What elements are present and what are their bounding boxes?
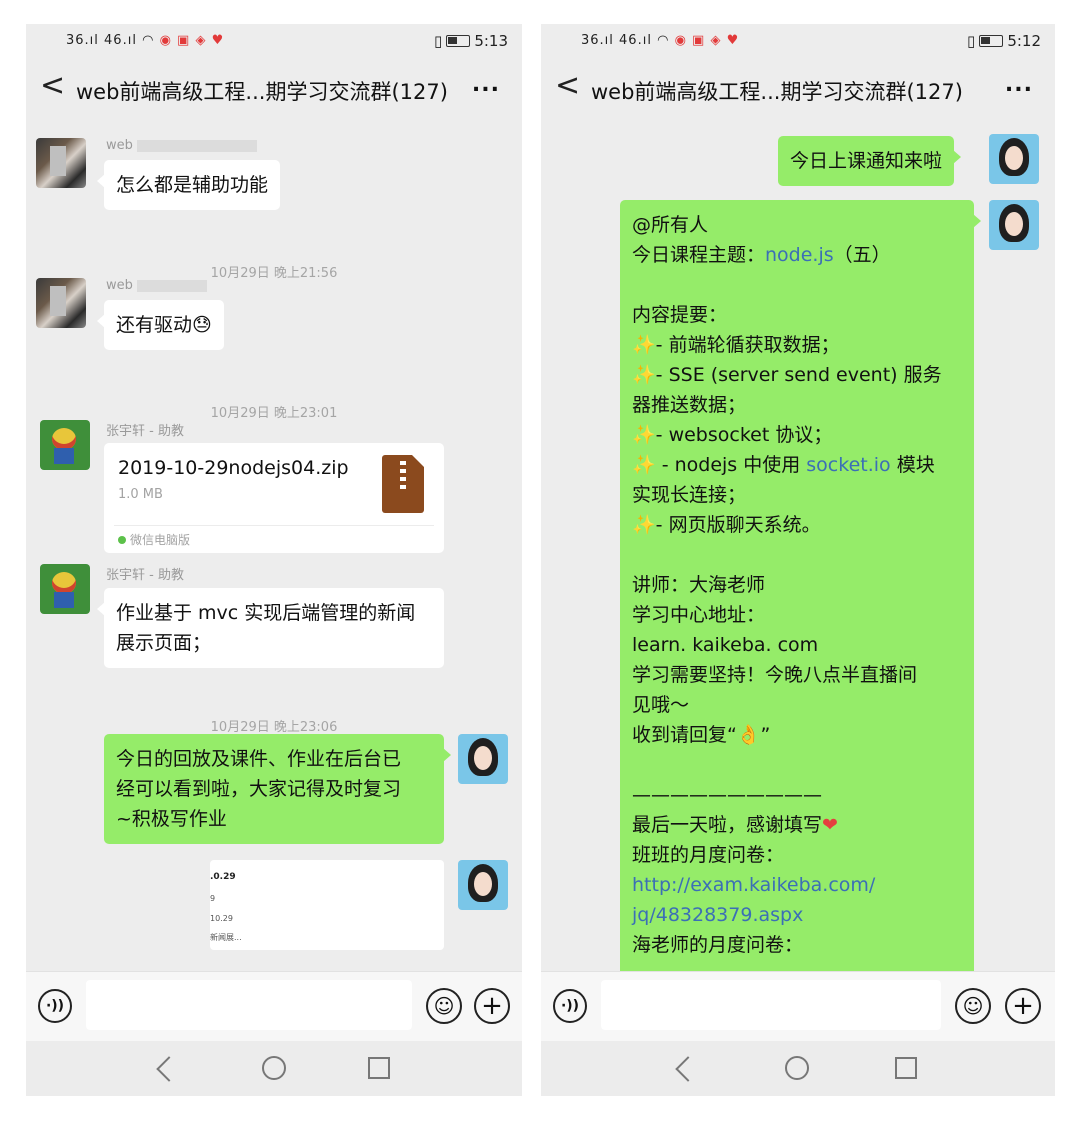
survey-link[interactable]: http://exam.kaikeba.com/ (632, 870, 962, 900)
avatar[interactable] (458, 860, 508, 910)
vibrate-icon: ▯ (967, 32, 976, 50)
message-bubble-own[interactable]: @所有人 今日课程主题：node.js（五） 内容提要： ✨- 前端轮循获取数据… (620, 200, 981, 971)
chat-header: < web前端高级工程...期学习交流群(127) ... (26, 60, 522, 118)
more-options-icon[interactable]: ... (1005, 72, 1033, 97)
sender-name: 张宇轩 - 助教 (106, 424, 184, 439)
emoji-sweat: 😓 (192, 314, 212, 336)
status-bar: 36.ıl 46.ıl ◠ ◉ ▣ ◈ ♥ ▯ 5:13 (26, 24, 522, 60)
nav-recents-icon[interactable] (895, 1057, 917, 1079)
system-nav-bar (26, 1041, 522, 1096)
group-title: web前端高级工程...期学习交流群(127) (591, 80, 963, 104)
timestamp: 10月29日 晚上23:01 (210, 406, 338, 421)
inline-link[interactable]: node.js (765, 244, 834, 266)
timestamp: 10月29日 晚上23:06 (210, 720, 338, 735)
plus-icon[interactable]: + (474, 988, 510, 1024)
sparkle-emoji: ✨ (632, 364, 656, 386)
file-size: 1.0 MB (118, 487, 163, 502)
file-message[interactable]: 2019-10-29nodejs04.zip 1.0 MB 微信电脑版 (104, 443, 444, 553)
battery-icon (446, 35, 471, 47)
chat-screen-left: 36.ıl 46.ıl ◠ ◉ ▣ ◈ ♥ ▯ 5:13 < web前端高级工程.… (26, 24, 522, 1096)
timestamp: 10月29日 晚上21:56 (210, 266, 338, 281)
message-bubble[interactable]: 怎么都是辅助功能 (96, 160, 281, 210)
signal-indicators: 36.ıl 46.ıl ◠ ◉ ▣ ◈ ♥ (66, 33, 225, 48)
voice-input-icon[interactable]: ·)) (553, 989, 587, 1023)
sparkle-emoji: ✨ (632, 424, 656, 446)
heart-emoji: ❤ (822, 814, 838, 836)
wifi-icon: ◠ (142, 33, 155, 48)
message-bubble[interactable]: 还有驱动😓 (97, 300, 224, 350)
sender-name: 张宇轩 - 助教 (106, 568, 184, 583)
avatar[interactable] (36, 278, 86, 328)
wechat-pc-icon (118, 536, 126, 544)
back-arrow-icon[interactable]: < (40, 68, 65, 103)
divider (114, 525, 434, 526)
nav-home-icon[interactable] (785, 1056, 809, 1080)
status-bar: 36.ıl 46.ıl ◠ ◉ ▣ ◈ ♥ ▯ 5:12 (541, 24, 1055, 60)
inline-link[interactable]: socket.io (806, 454, 890, 476)
back-arrow-icon[interactable]: < (555, 68, 580, 103)
battery-icon (979, 35, 1004, 47)
sparkle-emoji: ✨ (632, 454, 656, 476)
nav-back-icon[interactable] (673, 1053, 703, 1083)
nav-recents-icon[interactable] (368, 1057, 390, 1079)
more-options-icon[interactable]: ... (472, 72, 500, 97)
sender-name: web (106, 138, 257, 153)
plus-icon[interactable]: + (1005, 988, 1041, 1024)
chat-screen-right: 36.ıl 46.ıl ◠ ◉ ▣ ◈ ♥ ▯ 5:12 < web前端高级工程.… (541, 24, 1055, 1096)
system-nav-bar (541, 1041, 1055, 1096)
avatar[interactable] (989, 134, 1039, 184)
image-message[interactable]: .0.29 9 10.29 新闻展... (210, 860, 444, 950)
notification-icons: ◉ ▣ ◈ ♥ (674, 33, 740, 48)
survey-link[interactable]: jq/48328379.aspx (632, 900, 962, 930)
clock: 5:12 (1007, 32, 1041, 50)
avatar[interactable] (40, 420, 90, 470)
sparkle-emoji: ✨ (632, 514, 656, 536)
zip-file-icon (382, 455, 424, 513)
message-list[interactable]: 今日上课通知来啦 @所有人 今日课程主题：node.js（五） 内容提要： ✨-… (541, 118, 1055, 971)
avatar[interactable] (989, 200, 1039, 250)
avatar[interactable] (40, 564, 90, 614)
ok-hand-emoji: 👌 (736, 724, 761, 746)
voice-input-icon[interactable]: ·)) (38, 989, 72, 1023)
message-list[interactable]: web 怎么都是辅助功能 10月29日 晚上21:56 web 还有驱动😓 10… (26, 118, 522, 971)
avatar[interactable] (36, 138, 86, 188)
sender-name: web (106, 278, 207, 293)
avatar[interactable] (458, 734, 508, 784)
nav-home-icon[interactable] (262, 1056, 286, 1080)
emoji-icon[interactable]: ☺ (426, 988, 462, 1024)
message-input[interactable] (601, 980, 941, 1030)
nav-back-icon[interactable] (154, 1053, 184, 1083)
notification-icons: ◉ ▣ ◈ ♥ (159, 33, 225, 48)
clock: 5:13 (474, 32, 508, 50)
message-bubble-own[interactable]: 今日的回放及课件、作业在后台已 经可以看到啦，大家记得及时复习 ~积极写作业 (104, 734, 451, 844)
file-source: 微信电脑版 (118, 531, 190, 548)
wifi-icon: ◠ (657, 33, 670, 48)
sparkle-emoji: ✨ (632, 334, 656, 356)
file-name: 2019-10-29nodejs04.zip (118, 457, 349, 479)
emoji-icon[interactable]: ☺ (955, 988, 991, 1024)
chat-header: < web前端高级工程...期学习交流群(127) ... (541, 60, 1055, 118)
message-input[interactable] (86, 980, 412, 1030)
input-bar: ·)) ☺ + (541, 971, 1055, 1041)
signal-indicators: 36.ıl 46.ıl ◠ ◉ ▣ ◈ ♥ (581, 33, 740, 48)
vibrate-icon: ▯ (434, 32, 443, 50)
message-bubble-own[interactable]: 今日上课通知来啦 (778, 136, 962, 186)
input-bar: ·)) ☺ + (26, 971, 522, 1041)
message-bubble[interactable]: 作业基于 mvc 实现后端管理的新闻 展示页面； (97, 588, 444, 668)
group-title: web前端高级工程...期学习交流群(127) (76, 80, 448, 104)
